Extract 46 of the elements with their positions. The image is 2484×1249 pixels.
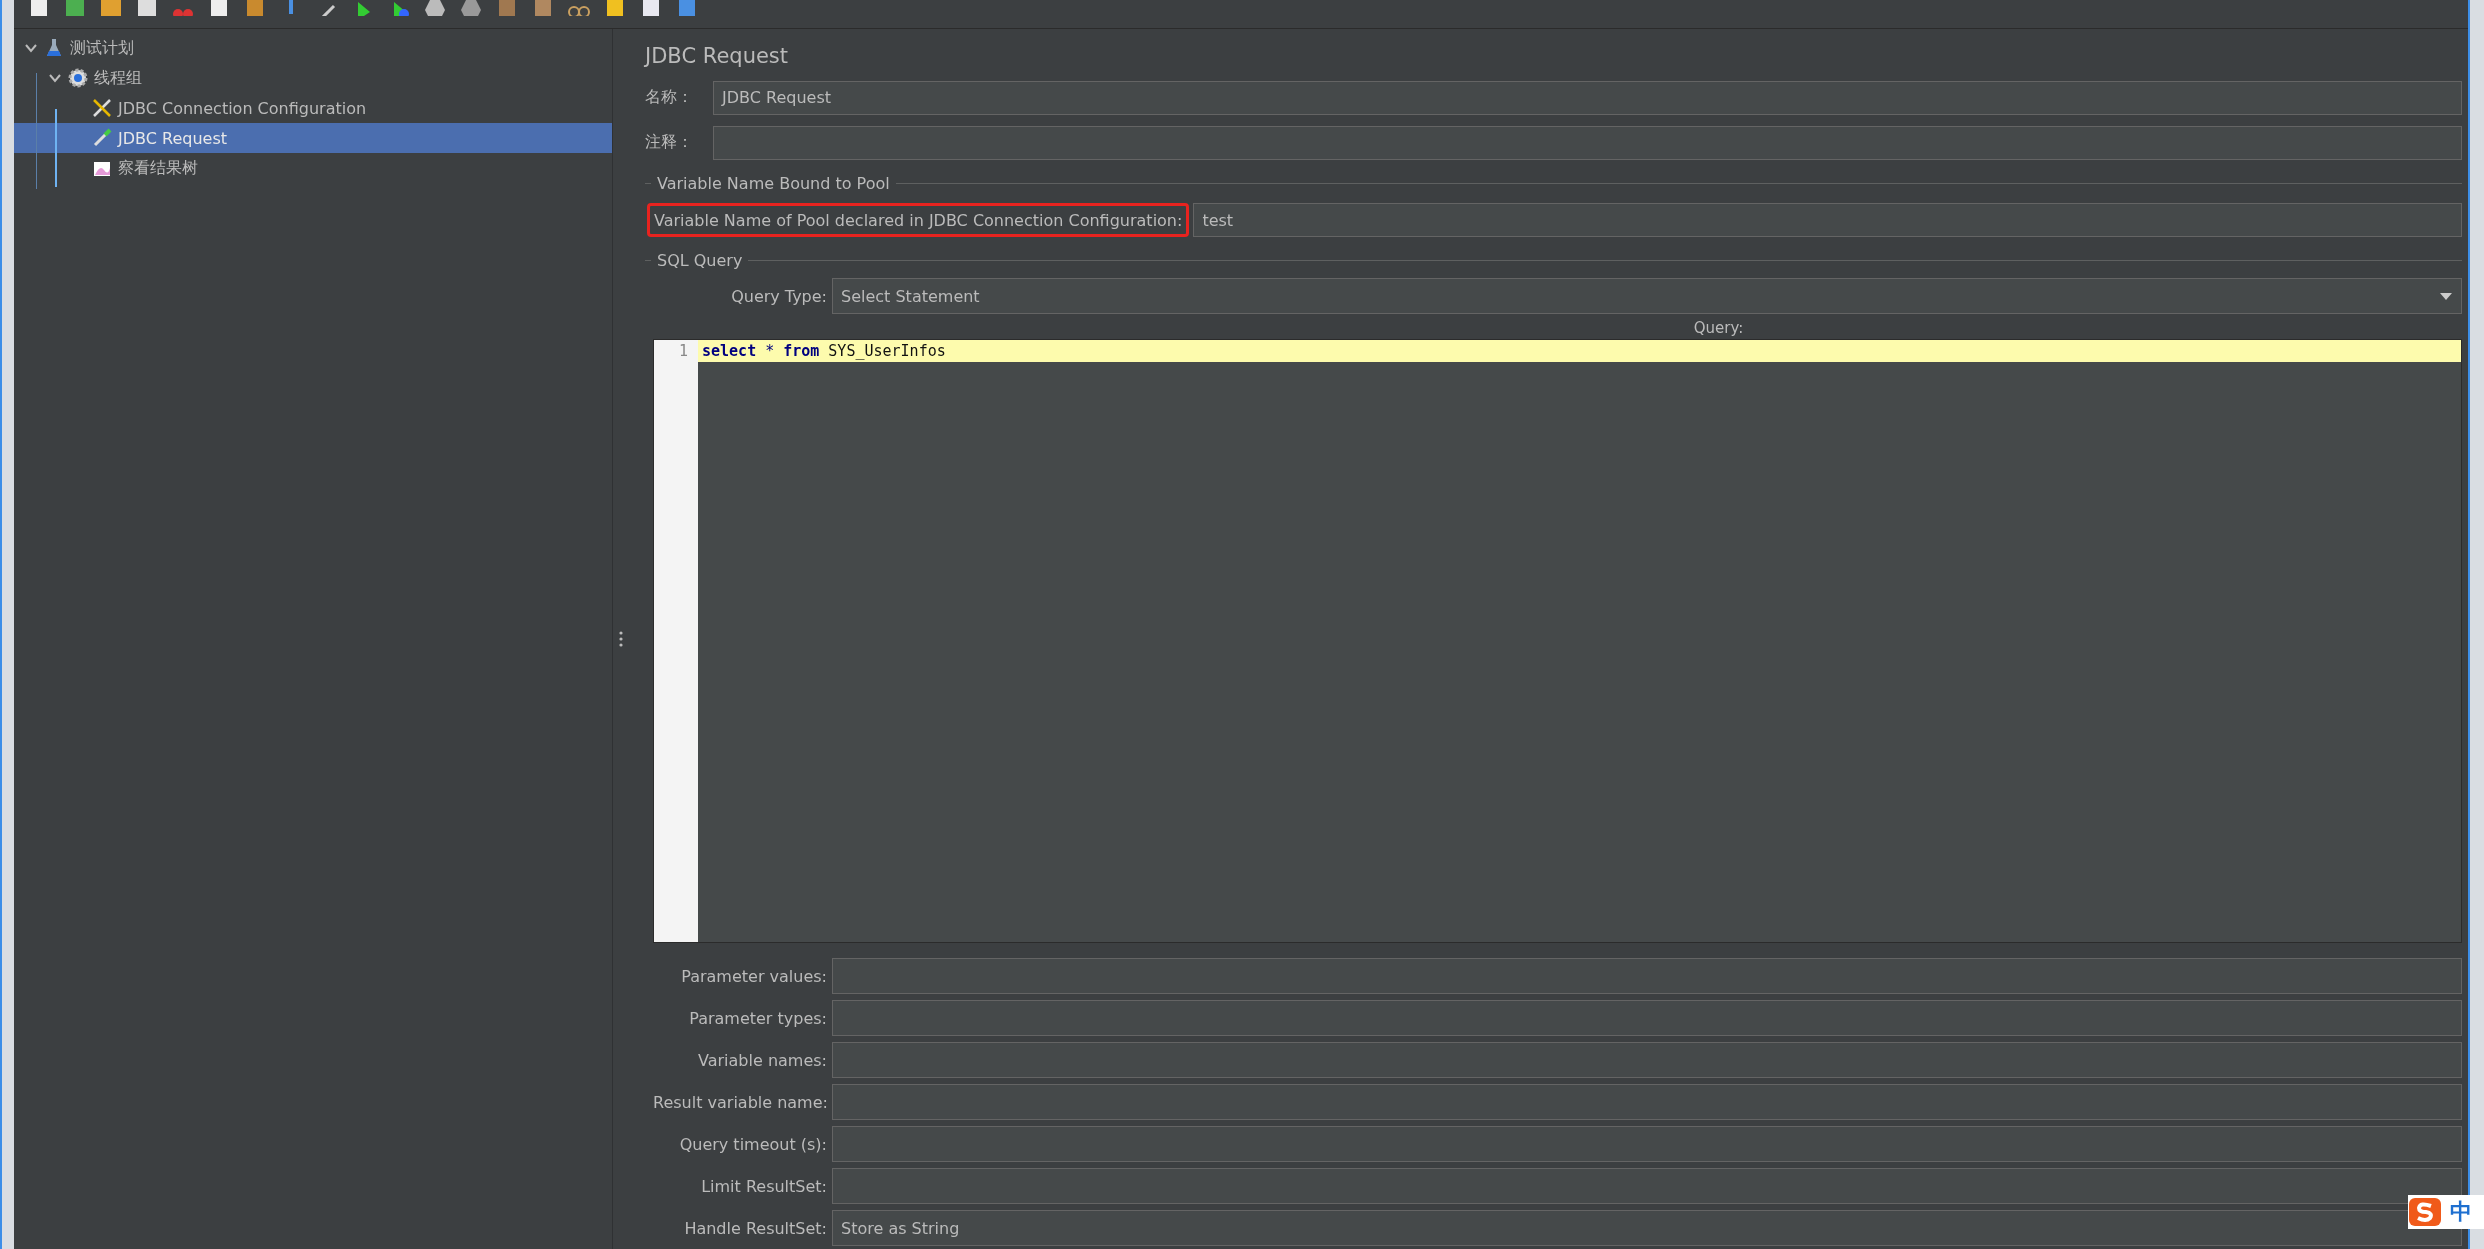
gear-icon: [68, 68, 88, 88]
panel-title: JDBC Request: [645, 43, 790, 70]
field-label: Query Type:: [730, 286, 827, 306]
section-title: SQL Query: [657, 250, 743, 270]
field-label: Variable Name of Pool declared in JDBC Connection Configuration:: [647, 203, 1190, 238]
field-label: Handle ResultSet:: [683, 1218, 827, 1238]
field-label: Parameter types:: [688, 1008, 827, 1028]
tree-item-label: JDBC Connection Configuration: [118, 98, 367, 118]
field-label: 名称：: [645, 87, 694, 109]
field-label: Variable names:: [697, 1050, 827, 1070]
pipette-icon: [92, 128, 112, 148]
splitter-handle[interactable]: [619, 630, 623, 648]
line-number: 1: [677, 341, 689, 363]
ime-logo-icon[interactable]: [2408, 1197, 2442, 1227]
stop-icon[interactable]: [460, 0, 482, 16]
text-field[interactable]: JDBC Request: [713, 80, 2462, 115]
text-field[interactable]: [832, 1042, 2462, 1078]
flask-icon: [44, 38, 64, 58]
text-field[interactable]: [832, 1084, 2462, 1120]
text-field[interactable]: [832, 1000, 2462, 1036]
field-label: Query:: [1693, 318, 1744, 340]
text-field[interactable]: [713, 125, 2462, 160]
tools-icon: [92, 98, 112, 118]
field-label: Result variable name:: [653, 1092, 827, 1112]
field-label: Limit ResultSet:: [700, 1176, 827, 1196]
field-label: Query timeout (s):: [678, 1134, 827, 1154]
code-editor[interactable]: 1 select * from SYS_UserInfos: [653, 339, 2462, 943]
stop-icon[interactable]: [424, 0, 446, 16]
tree-item-label: 察看结果树: [118, 157, 198, 179]
tree-item-label: 线程组: [94, 67, 142, 89]
text-field[interactable]: [832, 1126, 2462, 1162]
tree-item-label: JDBC Request: [118, 128, 227, 148]
tree-item[interactable]: 线程组: [14, 63, 612, 93]
text-field[interactable]: [832, 958, 2462, 994]
tree-item-label: 测试计划: [70, 37, 134, 59]
tree-item[interactable]: 察看结果树: [14, 153, 612, 183]
tree-item[interactable]: 测试计划: [14, 33, 612, 63]
section-title: Variable Name Bound to Pool: [657, 174, 890, 194]
field-label: 注释：: [645, 132, 694, 154]
ime-toolbar[interactable]: 中: [2408, 1195, 2484, 1229]
query-type-dropdown[interactable]: Select Statement: [832, 278, 2462, 315]
tree-item[interactable]: JDBC Connection Configuration: [14, 93, 612, 123]
text-field[interactable]: test: [1193, 203, 2462, 238]
caret-icon: [2439, 291, 2453, 302]
field-label: Parameter values:: [680, 966, 827, 986]
tree-item[interactable]: JDBC Request: [14, 123, 612, 153]
